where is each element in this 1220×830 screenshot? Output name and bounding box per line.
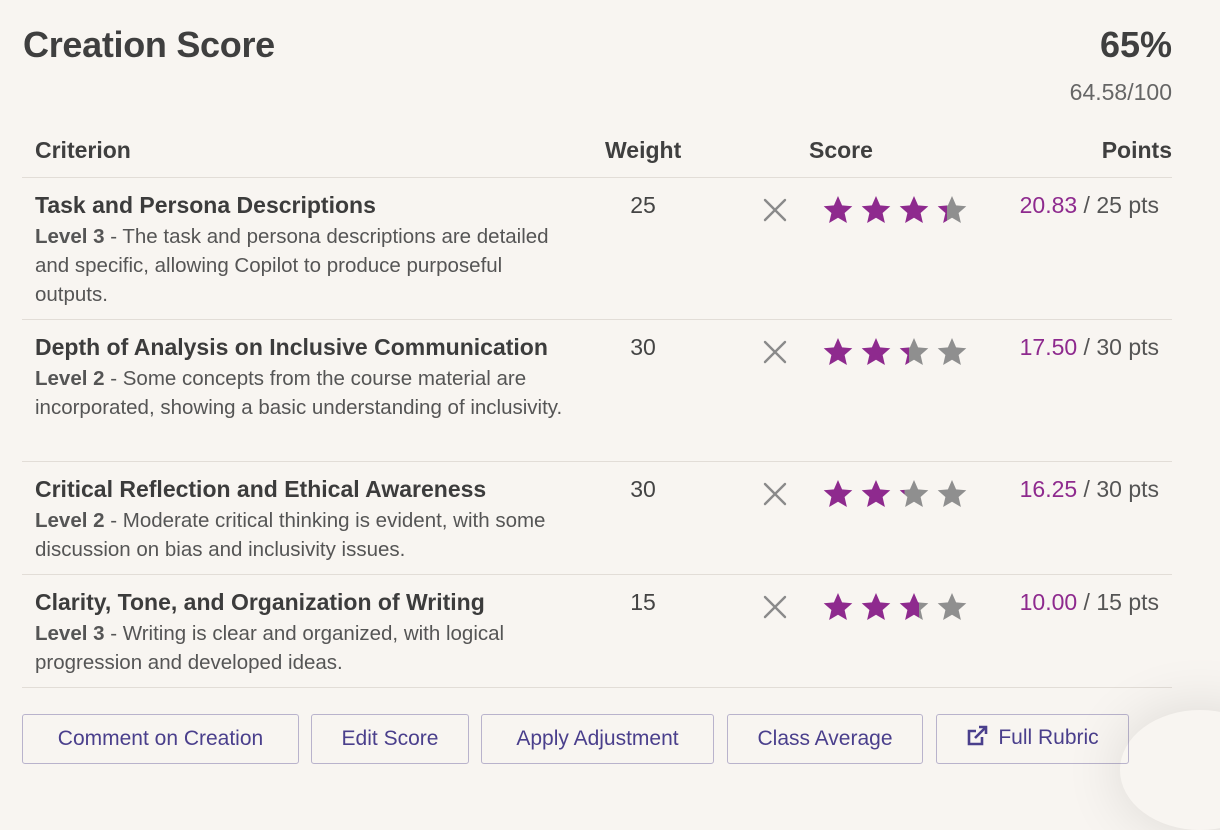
criterion-level-text: - The task and persona descriptions are …	[35, 225, 549, 306]
score-percent: 65%	[1100, 24, 1172, 66]
star-rating[interactable]	[822, 336, 974, 368]
star-icon[interactable]	[936, 336, 968, 368]
criterion-points: 10.00 / 15 pts	[1020, 589, 1159, 616]
table-row: Clarity, Tone, and Organization of Writi…	[22, 575, 1172, 688]
page-title: Creation Score	[23, 24, 275, 66]
criterion-level: Level 3	[35, 622, 105, 645]
criterion-level: Level 2	[35, 509, 105, 532]
star-icon[interactable]	[860, 336, 892, 368]
points-earned: 16.25	[1020, 476, 1078, 502]
apply-adjustment-button[interactable]: Apply Adjustment	[481, 714, 714, 764]
star-icon[interactable]	[936, 478, 968, 510]
column-header-criterion: Criterion	[35, 137, 131, 164]
column-header-weight: Weight	[605, 137, 681, 164]
comment-on-creation-button[interactable]: Comment on Creation	[22, 714, 299, 764]
star-rating[interactable]	[822, 194, 974, 226]
star-rating[interactable]	[822, 478, 974, 510]
close-icon	[762, 197, 788, 223]
star-icon[interactable]	[822, 194, 854, 226]
criterion-weight: 15	[618, 589, 668, 616]
clear-score-button[interactable]	[762, 481, 788, 507]
star-icon[interactable]	[936, 591, 968, 623]
points-earned: 10.00	[1020, 589, 1078, 615]
criterion-weight: 25	[618, 192, 668, 219]
points-possible: / 30 pts	[1077, 334, 1159, 360]
star-icon[interactable]	[898, 478, 930, 510]
star-icon[interactable]	[860, 478, 892, 510]
criterion-points: 17.50 / 30 pts	[1020, 334, 1159, 361]
close-icon	[762, 594, 788, 620]
criterion-description: Level 3 - Writing is clear and organized…	[35, 619, 575, 677]
star-icon[interactable]	[822, 478, 854, 510]
criterion-weight: 30	[618, 334, 668, 361]
criterion-name: Critical Reflection and Ethical Awarenes…	[35, 476, 486, 503]
edit-score-button[interactable]: Edit Score	[311, 714, 469, 764]
points-possible: / 25 pts	[1077, 192, 1159, 218]
clear-score-button[interactable]	[762, 594, 788, 620]
star-icon[interactable]	[822, 591, 854, 623]
criterion-level: Level 2	[35, 367, 105, 390]
points-possible: / 30 pts	[1077, 476, 1159, 502]
criterion-level-text: - Some concepts from the course material…	[35, 367, 562, 419]
star-icon[interactable]	[822, 336, 854, 368]
column-header-points: Points	[1102, 137, 1172, 164]
criterion-level: Level 3	[35, 225, 105, 248]
star-icon[interactable]	[898, 591, 930, 623]
clear-score-button[interactable]	[762, 197, 788, 223]
table-row: Depth of Analysis on Inclusive Communica…	[22, 320, 1172, 462]
table-header: Criterion Weight Score Points	[22, 124, 1172, 178]
clear-score-button[interactable]	[762, 339, 788, 365]
star-icon[interactable]	[898, 194, 930, 226]
criterion-name: Task and Persona Descriptions	[35, 192, 376, 219]
score-raw: 64.58/100	[1070, 79, 1172, 106]
criterion-level-text: - Moderate critical thinking is evident,…	[35, 509, 545, 561]
points-earned: 20.83	[1020, 192, 1078, 218]
class-average-button[interactable]: Class Average	[727, 714, 923, 764]
criterion-name: Clarity, Tone, and Organization of Writi…	[35, 589, 485, 616]
full-rubric-label: Full Rubric	[998, 726, 1098, 749]
close-icon	[762, 481, 788, 507]
table-row: Task and Persona Descriptions Level 3 - …	[22, 178, 1172, 320]
points-earned: 17.50	[1020, 334, 1078, 360]
column-header-score: Score	[809, 137, 873, 164]
criterion-points: 16.25 / 30 pts	[1020, 476, 1159, 503]
full-rubric-button[interactable]: Full Rubric	[936, 714, 1129, 764]
criterion-name: Depth of Analysis on Inclusive Communica…	[35, 334, 548, 361]
criterion-description: Level 2 - Moderate critical thinking is …	[35, 506, 575, 564]
criterion-description: Level 2 - Some concepts from the course …	[35, 364, 575, 422]
table-row: Critical Reflection and Ethical Awarenes…	[22, 462, 1172, 575]
points-possible: / 15 pts	[1077, 589, 1159, 615]
criterion-points: 20.83 / 25 pts	[1020, 192, 1159, 219]
star-rating[interactable]	[822, 591, 974, 623]
criterion-description: Level 3 - The task and persona descripti…	[35, 222, 575, 309]
criterion-weight: 30	[618, 476, 668, 503]
corner-shadow	[1120, 710, 1220, 830]
star-icon[interactable]	[898, 336, 930, 368]
star-icon[interactable]	[860, 194, 892, 226]
star-icon[interactable]	[936, 194, 968, 226]
close-icon	[762, 339, 788, 365]
star-icon[interactable]	[860, 591, 892, 623]
criterion-level-text: - Writing is clear and organized, with l…	[35, 622, 504, 674]
external-link-icon	[966, 725, 988, 753]
